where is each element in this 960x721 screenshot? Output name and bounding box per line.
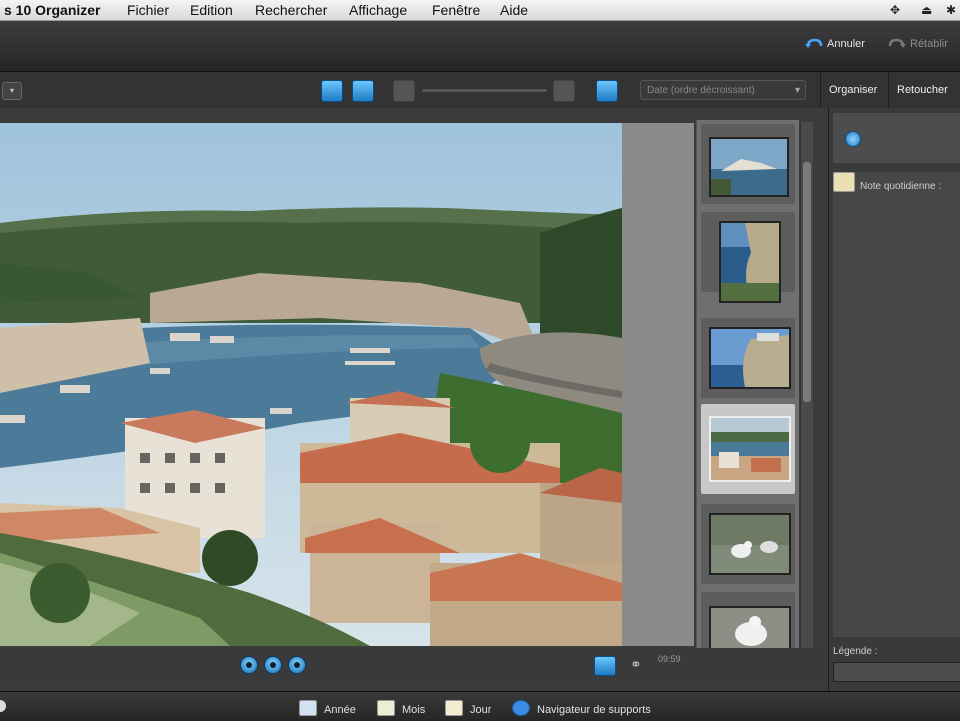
menu-bar: s 10 Organizer Fichier Edition Recherche… (0, 0, 960, 21)
back-arrow-icon (512, 700, 530, 716)
harbor-town-thumbnail-icon (709, 137, 789, 197)
bluetooth-icon[interactable]: ✱ (946, 3, 956, 17)
year-button[interactable]: Année (299, 700, 356, 716)
media-browser-label: Navigateur de supports (537, 704, 651, 716)
harbor-aerial-thumbnail-icon (709, 416, 791, 482)
small-thumbnail-icon[interactable] (393, 80, 415, 102)
seagull-close-thumbnail-icon (709, 606, 791, 652)
media-browser-button[interactable]: Navigateur de supports (512, 700, 651, 716)
month-button[interactable]: Mois (377, 700, 425, 716)
calendar-month-icon (377, 700, 395, 716)
cliff-coast-thumbnail-icon (719, 221, 781, 303)
app-name-menu[interactable]: s 10 Organizer (4, 2, 101, 18)
action-bar: Annuler Rétablir (0, 21, 960, 72)
month-label: Mois (402, 704, 426, 716)
info-icon[interactable] (845, 131, 861, 147)
undo-label: Annuler (827, 38, 865, 50)
filmstrip-item-selected[interactable] (701, 404, 795, 494)
menu-affichage[interactable]: Affichage (349, 2, 407, 18)
chevron-down-icon: ▾ (794, 85, 800, 96)
panel-content (833, 172, 960, 637)
viewer-margin (622, 123, 694, 646)
filmstrip-item[interactable] (701, 212, 795, 303)
legend-field[interactable] (833, 662, 960, 682)
seagull-thumbnail-icon (709, 513, 791, 575)
note-icon (833, 172, 855, 192)
fullscreen-view-icon[interactable] (594, 656, 616, 676)
cliff-town-thumbnail-icon (709, 327, 791, 389)
scrollbar-thumb[interactable] (803, 162, 811, 402)
sort-select[interactable]: Date (ordre décroissant) ▾ (640, 80, 806, 100)
calendar-day-icon (445, 700, 463, 716)
note-label: Note quotidienne : (860, 181, 942, 192)
legend-label: Légende : (833, 646, 878, 657)
menu-fenetre[interactable]: Fenêtre (432, 2, 480, 18)
filmstrip-scrollbar[interactable] (800, 122, 813, 650)
day-label: Jour (470, 704, 492, 716)
redo-icon (888, 38, 906, 48)
tab-organiser[interactable]: Organiser (820, 72, 885, 108)
menu-edition[interactable]: Edition (190, 2, 233, 18)
viewer-controls: ⚭ 09:59 (0, 648, 828, 684)
filmstrip (696, 120, 799, 652)
menu-fichier[interactable]: Fichier (127, 2, 169, 18)
zoom-slider[interactable] (422, 89, 547, 92)
fullscreen-icon[interactable] (596, 80, 618, 102)
year-label: Année (324, 704, 356, 716)
harbor-photo-icon (0, 123, 622, 646)
tab-retoucher[interactable]: Retoucher (888, 72, 956, 108)
calendar-year-icon (299, 700, 317, 716)
undo-button[interactable]: Annuler (805, 37, 865, 50)
toolbar: ▾ Date (ordre décroissant) ▾ Organiser R… (0, 72, 960, 109)
main-photo[interactable] (0, 123, 622, 646)
next-icon[interactable] (288, 656, 306, 674)
filmstrip-item[interactable] (701, 504, 795, 584)
redo-label: Rétablir (910, 38, 948, 50)
menu-aide[interactable]: Aide (500, 2, 528, 18)
undo-icon (805, 38, 823, 48)
panel-header (833, 113, 960, 163)
dropdown-icon[interactable]: ▾ (2, 82, 22, 100)
filmstrip-item[interactable] (701, 318, 795, 398)
filmstrip-item[interactable] (701, 592, 795, 652)
eject-icon[interactable]: ⏏ (921, 3, 932, 17)
menu-rechercher[interactable]: Rechercher (255, 2, 327, 18)
rotate-left-icon[interactable] (321, 80, 343, 102)
time-label: 09:59 (658, 654, 681, 664)
previous-icon[interactable] (240, 656, 258, 674)
compare-icon[interactable]: ⚭ (630, 656, 650, 674)
play-icon[interactable] (264, 656, 282, 674)
move-icon[interactable]: ✥ (890, 3, 900, 17)
timeline-handle[interactable] (0, 700, 6, 712)
sort-value: Date (ordre décroissant) (647, 85, 755, 96)
status-bar: Année Mois Jour Navigateur de supports (0, 691, 960, 721)
filmstrip-item[interactable] (701, 124, 795, 204)
large-thumbnail-icon[interactable] (553, 80, 575, 102)
redo-button[interactable]: Rétablir (888, 37, 948, 50)
day-button[interactable]: Jour (445, 700, 491, 716)
rotate-right-icon[interactable] (352, 80, 374, 102)
